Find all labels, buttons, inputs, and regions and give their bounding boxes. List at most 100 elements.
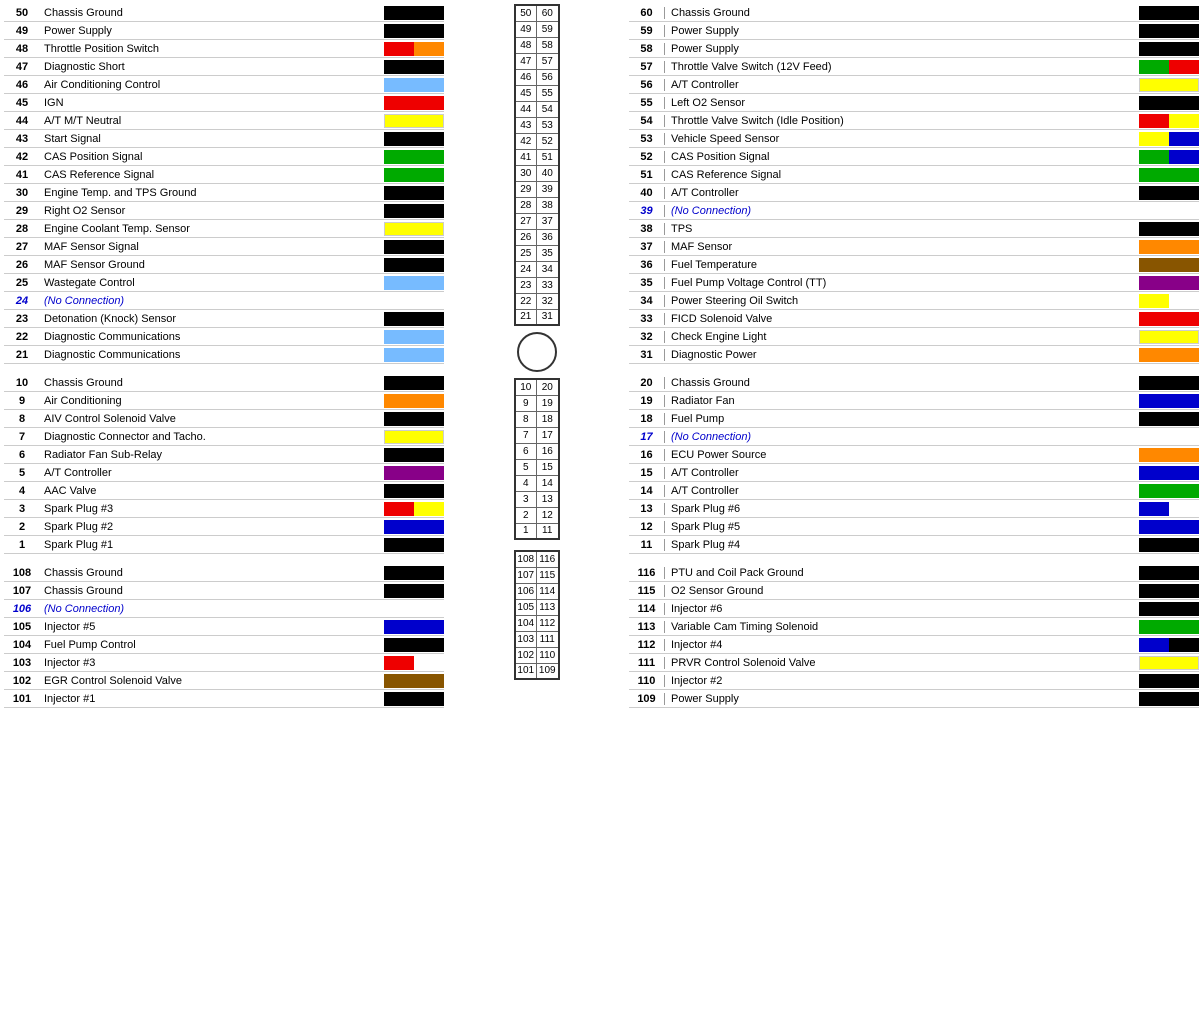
pin-number-right-37: 37 <box>629 241 665 253</box>
color-swatch-right-53 <box>1139 132 1199 146</box>
pin-number-right-33: 33 <box>629 313 665 325</box>
pin-row-left-49: Power Supply 49 <box>4 22 444 40</box>
pin-label-right-111: PRVR Control Solenoid Valve <box>665 657 1139 669</box>
pin-row-right-52: 52 CAS Position Signal <box>629 148 1199 166</box>
pin-row-right-17: 17 (No Connection) <box>629 428 1199 446</box>
pin-row-left-27: MAF Sensor Signal 27 <box>4 238 444 256</box>
pin-row-right-112: 112 Injector #4 <box>629 636 1199 654</box>
pin-label-right-20: Chassis Ground <box>665 377 1139 389</box>
pin-number-49: 49 <box>4 25 40 37</box>
pin-number-104: 104 <box>4 639 40 651</box>
pin-row-left-48: Throttle Position Switch 48 <box>4 40 444 58</box>
pin-number-107: 107 <box>4 585 40 597</box>
color-swatch-108 <box>384 566 444 580</box>
color-swatch-103 <box>384 656 444 670</box>
pin-number-right-18: 18 <box>629 413 665 425</box>
connector-table-mid: 1020919818717616515414313212111 <box>514 378 560 540</box>
pin-number-right-59: 59 <box>629 25 665 37</box>
color-swatch-right-109 <box>1139 692 1199 706</box>
pin-label-right-40: A/T Controller <box>665 187 1139 199</box>
pin-row-right-19: 19 Radiator Fan <box>629 392 1199 410</box>
pin-number-29: 29 <box>4 205 40 217</box>
pin-number-right-11: 11 <box>629 539 665 551</box>
pin-number-right-20: 20 <box>629 377 665 389</box>
pin-number-right-113: 113 <box>629 621 665 633</box>
pin-row-right-51: 51 CAS Reference Signal <box>629 166 1199 184</box>
pin-label-right-109: Power Supply <box>665 693 1139 705</box>
pin-number-right-51: 51 <box>629 169 665 181</box>
pin-label-right-55: Left O2 Sensor <box>665 97 1139 109</box>
pin-row-left-107: Chassis Ground 107 <box>4 582 444 600</box>
pin-row-left-22: Diagnostic Communications 22 <box>4 328 444 346</box>
pin-number-right-52: 52 <box>629 151 665 163</box>
color-swatch-41 <box>384 168 444 182</box>
color-swatch-6 <box>384 448 444 462</box>
pin-row-left-28: Engine Coolant Temp. Sensor 28 <box>4 220 444 238</box>
pin-number-4: 4 <box>4 485 40 497</box>
pin-row-left-10: Chassis Ground 10 <box>4 374 444 392</box>
color-swatch-right-11 <box>1139 538 1199 552</box>
pin-label-right-16: ECU Power Source <box>665 449 1139 461</box>
pin-row-left-43: Start Signal 43 <box>4 130 444 148</box>
pin-row-left-4: AAC Valve 4 <box>4 482 444 500</box>
color-swatch-22 <box>384 330 444 344</box>
pin-label-25: Wastegate Control <box>40 277 384 289</box>
color-swatch-right-33 <box>1139 312 1199 326</box>
pin-number-44: 44 <box>4 115 40 127</box>
pin-row-right-114: 114 Injector #6 <box>629 600 1199 618</box>
pin-number-right-54: 54 <box>629 115 665 127</box>
pin-label-5: A/T Controller <box>40 467 384 479</box>
pin-row-right-13: 13 Spark Plug #6 <box>629 500 1199 518</box>
pin-row-right-109: 109 Power Supply <box>629 690 1199 708</box>
pin-label-right-33: FICD Solenoid Valve <box>665 313 1139 325</box>
color-swatch-right-111 <box>1139 656 1199 670</box>
pin-row-right-58: 58 Power Supply <box>629 40 1199 58</box>
pin-row-right-59: 59 Power Supply <box>629 22 1199 40</box>
pin-row-left-50: Chassis Ground 50 <box>4 4 444 22</box>
pin-number-23: 23 <box>4 313 40 325</box>
pin-label-107: Chassis Ground <box>40 585 384 597</box>
pin-row-left-9: Air Conditioning 9 <box>4 392 444 410</box>
pin-label-8: AIV Control Solenoid Valve <box>40 413 384 425</box>
pin-row-right-38: 38 TPS <box>629 220 1199 238</box>
pin-label-102: EGR Control Solenoid Valve <box>40 675 384 687</box>
color-swatch-21 <box>384 348 444 362</box>
pin-label-106: (No Connection) <box>40 603 384 615</box>
pin-row-right-18: 18 Fuel Pump <box>629 410 1199 428</box>
pin-number-24: 24 <box>4 295 40 307</box>
pin-number-101: 101 <box>4 693 40 705</box>
color-swatch-23 <box>384 312 444 326</box>
color-swatch-right-38 <box>1139 222 1199 236</box>
pin-label-44: A/T M/T Neutral <box>40 115 384 127</box>
color-swatch-right-15 <box>1139 466 1199 480</box>
pin-label-108: Chassis Ground <box>40 567 384 579</box>
pin-row-left-7: Diagnostic Connector and Tacho. 7 <box>4 428 444 446</box>
pin-row-left-105: Injector #5 105 <box>4 618 444 636</box>
pin-number-2: 2 <box>4 521 40 533</box>
color-swatch-right-57 <box>1139 60 1199 74</box>
pin-number-43: 43 <box>4 133 40 145</box>
pin-number-47: 47 <box>4 61 40 73</box>
pin-number-41: 41 <box>4 169 40 181</box>
pin-label-right-39: (No Connection) <box>665 205 1139 217</box>
pin-row-right-55: 55 Left O2 Sensor <box>629 94 1199 112</box>
color-swatch-right-17 <box>1139 430 1199 444</box>
color-swatch-24 <box>384 294 444 308</box>
pin-number-right-53: 53 <box>629 133 665 145</box>
color-swatch-right-110 <box>1139 674 1199 688</box>
pin-label-right-14: A/T Controller <box>665 485 1139 497</box>
pin-label-right-38: TPS <box>665 223 1139 235</box>
color-swatch-right-113 <box>1139 620 1199 634</box>
pin-row-right-113: 113 Variable Cam Timing Solenoid <box>629 618 1199 636</box>
pin-row-right-53: 53 Vehicle Speed Sensor <box>629 130 1199 148</box>
pin-label-28: Engine Coolant Temp. Sensor <box>40 223 384 235</box>
pin-row-left-5: A/T Controller 5 <box>4 464 444 482</box>
pin-row-right-110: 110 Injector #2 <box>629 672 1199 690</box>
color-swatch-right-32 <box>1139 330 1199 344</box>
pin-number-right-36: 36 <box>629 259 665 271</box>
pin-number-right-32: 32 <box>629 331 665 343</box>
pin-label-right-110: Injector #2 <box>665 675 1139 687</box>
pin-number-right-56: 56 <box>629 79 665 91</box>
pin-number-right-12: 12 <box>629 521 665 533</box>
right-section1: 60 Chassis Ground 59 Power Supply 58 Pow… <box>629 4 1199 364</box>
